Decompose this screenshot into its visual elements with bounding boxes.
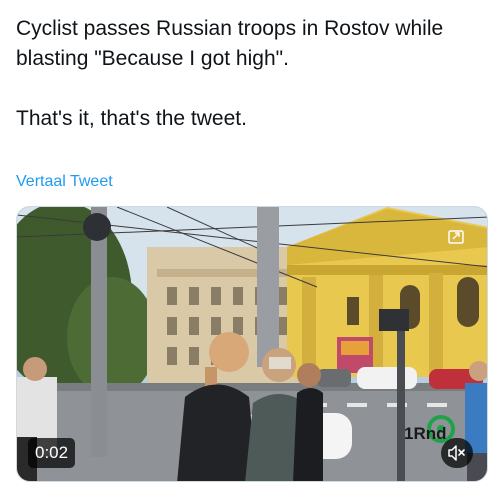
mute-button[interactable] [441,438,473,468]
tweet-text: Cyclist passes Russian troops in Rostov … [16,17,444,130]
translate-tweet-link[interactable]: Vertaal Tweet [16,172,113,192]
video-timestamp: 0:02 [28,438,76,468]
video-watermark: 1Rnd [404,424,447,443]
speaker-muted-icon [448,445,465,461]
